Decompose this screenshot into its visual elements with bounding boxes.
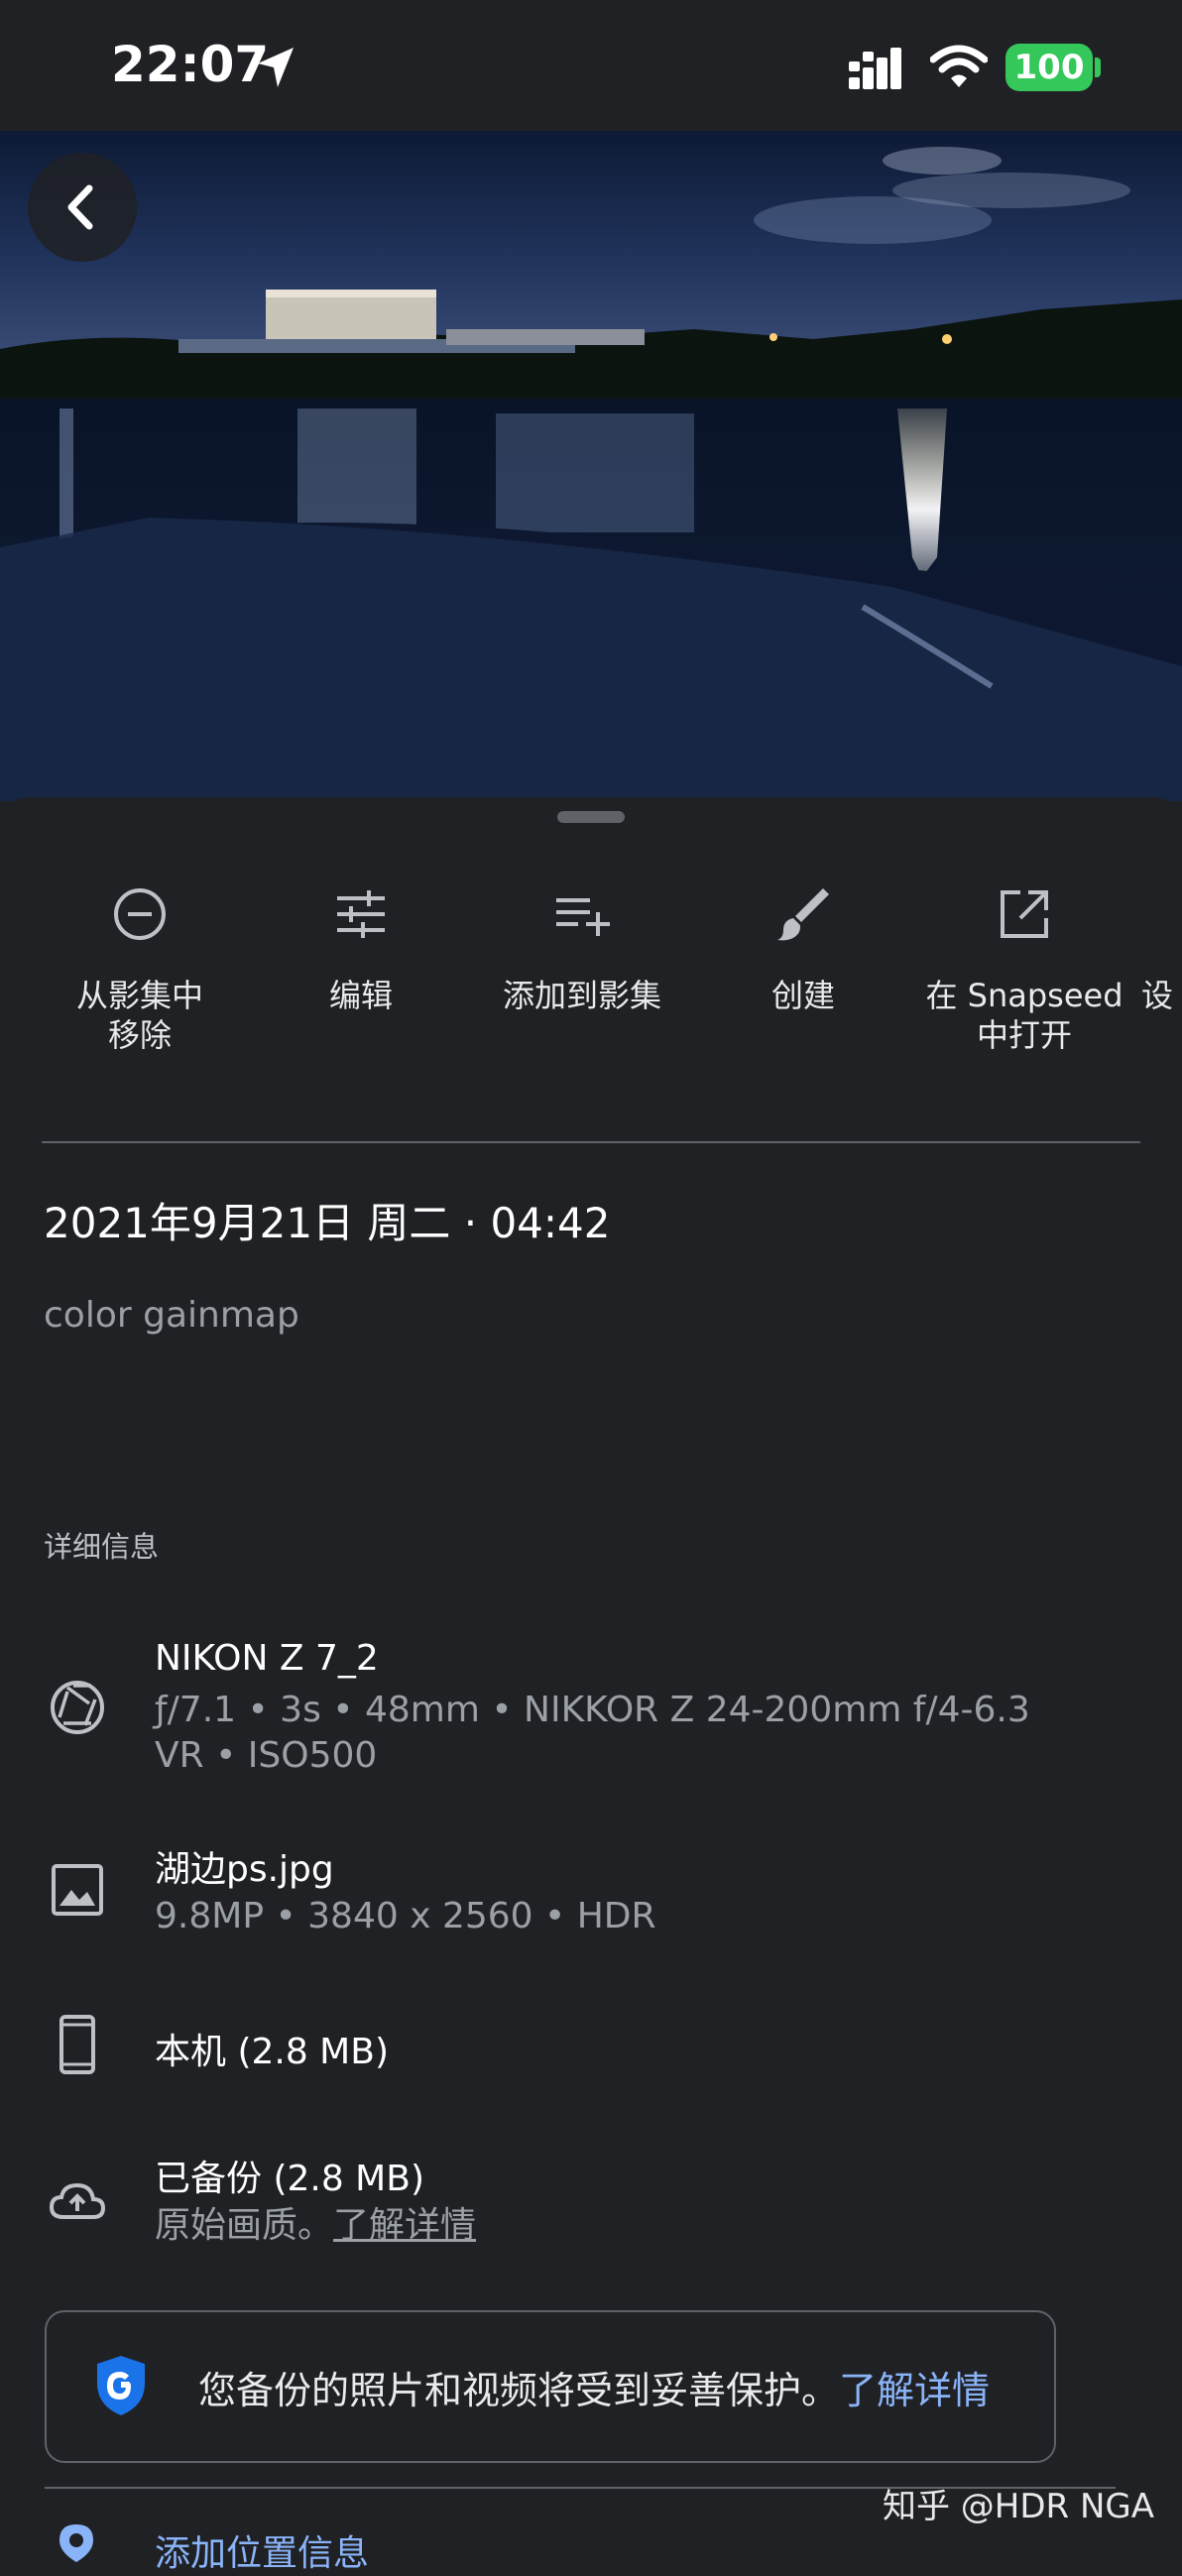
camera-specs-line1: ƒ/7.1 • 3s • 48mm • NIKKOR Z 24-200mm f/… <box>155 1690 1030 1730</box>
divider <box>42 1141 1140 1143</box>
chevron-left-icon <box>67 184 93 230</box>
brush-icon <box>777 888 829 941</box>
create-label: 创建 <box>770 977 835 1014</box>
camera-specs-line2: VR • ISO500 <box>155 1735 378 1776</box>
wifi-icon <box>930 45 988 87</box>
details-section-title: 详细信息 <box>44 1530 160 1564</box>
file-name: 湖边ps.jpg <box>155 1849 334 1890</box>
playlist-add-icon <box>556 898 610 936</box>
backup-status: 已备份 (2.8 MB) <box>155 2159 424 2199</box>
google-shield-icon <box>97 2356 145 2415</box>
protection-text: 您备份的照片和视频将受到妥善保护。 <box>198 2369 840 2412</box>
cellular-signal-icon <box>849 48 901 89</box>
device-storage: 本机 (2.8 MB) <box>155 2032 389 2072</box>
settings-action-button[interactable]: 设 <box>1141 882 1182 1015</box>
add-to-album-label: 添加到影集 <box>502 977 661 1014</box>
phone-icon <box>59 2015 95 2074</box>
open-external-icon <box>1001 890 1048 938</box>
open-in-snapseed-label: 在 Snapseed 中打开 <box>925 977 1123 1054</box>
file-info: 9.8MP • 3840 x 2560 • HDR <box>155 1896 656 1936</box>
watermark-text: 知乎 @HDR NGA <box>883 2487 1155 2526</box>
remove-from-album-button[interactable]: 从影集中 移除 <box>36 882 244 1055</box>
add-to-album-button[interactable]: 添加到影集 <box>478 882 686 1015</box>
battery-tip <box>1095 58 1101 77</box>
location-arrow-icon <box>258 48 294 87</box>
minus-circle-icon <box>114 888 166 940</box>
battery-indicator: 100 <box>1005 44 1093 91</box>
create-button[interactable]: 创建 <box>699 882 907 1015</box>
aperture-icon <box>51 1681 104 1734</box>
sliders-icon <box>337 890 385 938</box>
backup-quality-line: 原始画质。了解详情 <box>155 2203 476 2249</box>
edit-button[interactable]: 编辑 <box>257 882 465 1015</box>
hdr-night-lake-photo[interactable] <box>0 131 1182 801</box>
image-icon <box>52 1864 103 1916</box>
protection-message: 您备份的照片和视频将受到妥善保护。了解详情 <box>198 2360 990 2414</box>
camera-model: NIKON Z 7_2 <box>155 1638 379 1679</box>
status-time: 22:07 <box>111 36 270 93</box>
location-pin-icon <box>59 2524 93 2562</box>
back-button[interactable] <box>28 153 137 262</box>
cloud-upload-icon <box>49 2182 106 2219</box>
backup-quality: 原始画质。 <box>155 2205 334 2246</box>
sheet-drag-handle[interactable] <box>557 811 625 823</box>
remove-from-album-label: 从影集中 移除 <box>75 977 203 1054</box>
photo-datetime[interactable]: 2021年9月21日 周二 · 04:42 <box>44 1190 611 1250</box>
protection-learn-more-link[interactable]: 了解详情 <box>839 2369 990 2412</box>
photo-caption[interactable]: color gainmap <box>44 1295 299 1336</box>
add-location-link[interactable]: 添加位置信息 <box>155 2524 369 2576</box>
open-in-snapseed-button[interactable]: 在 Snapseed 中打开 <box>920 882 1128 1055</box>
settings-action-label: 设 <box>1141 977 1174 1014</box>
edit-label: 编辑 <box>328 977 393 1014</box>
backup-learn-more-link[interactable]: 了解详情 <box>333 2205 476 2246</box>
